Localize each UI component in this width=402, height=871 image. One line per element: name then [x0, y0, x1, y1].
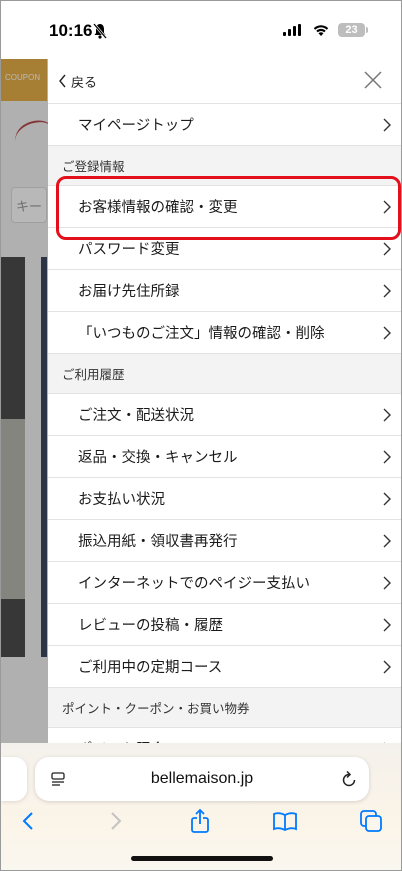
close-x-icon	[364, 71, 382, 89]
menu-item-payment-status[interactable]: お支払い状況	[48, 477, 401, 519]
menu-item-label: マイページトップ	[78, 118, 194, 134]
menu-item-label: 返品・交換・キャンセル	[78, 450, 238, 466]
chevron-right-icon	[383, 408, 391, 422]
section-header-registration: ご登録情報	[48, 145, 401, 185]
menu-item-label: お支払い状況	[78, 492, 165, 508]
menu-item-password[interactable]: パスワード変更	[48, 227, 401, 269]
battery-indicator: 23	[338, 23, 365, 37]
menu-item-label: 振込用紙・領収書再発行	[78, 534, 238, 550]
menu-item-usual-order[interactable]: 「いつものご注文」情報の確認・削除	[48, 311, 401, 353]
chevron-right-icon	[383, 660, 391, 674]
url-text: bellemaison.jp	[150, 770, 254, 787]
tabs-icon[interactable]	[357, 807, 385, 835]
address-bar[interactable]: bellemaison.jp	[35, 757, 369, 801]
menu-item-mypage-top[interactable]: マイページトップ	[48, 103, 401, 145]
menu-item-order-status[interactable]: ご注文・配送状況	[48, 393, 401, 435]
menu-item-reissue[interactable]: 振込用紙・領収書再発行	[48, 519, 401, 561]
menu-item-label: パスワード変更	[78, 242, 180, 258]
bookmarks-icon[interactable]	[271, 807, 299, 835]
menu-item-pay-easy[interactable]: インターネットでのペイジー支払い	[48, 561, 401, 603]
menu-item-subscriptions[interactable]: ご利用中の定期コース	[48, 645, 401, 687]
close-button[interactable]	[362, 69, 384, 91]
menu-item-label: レビューの投稿・履歴	[78, 618, 223, 634]
menu-item-address-book[interactable]: お届け先住所録	[48, 269, 401, 311]
menu-item-label: ご利用中の定期コース	[78, 660, 223, 676]
chevron-right-icon	[383, 200, 391, 214]
chevron-right-icon	[383, 326, 391, 340]
browser-bottom-bar: bellemaison.jp	[1, 743, 401, 870]
mypage-drawer: 戻る マイページトップ ご登録情報 お客様情報の確認・変更 パスワード変更 お届…	[48, 59, 401, 759]
chevron-right-icon	[383, 284, 391, 298]
forward-arrow-icon[interactable]	[101, 807, 129, 835]
chevron-left-icon	[59, 74, 66, 88]
menu-item-reviews[interactable]: レビューの投稿・履歴	[48, 603, 401, 645]
chevron-right-icon	[383, 450, 391, 464]
home-indicator	[131, 856, 273, 861]
drawer-menu-list: マイページトップ ご登録情報 お客様情報の確認・変更 パスワード変更 お届け先住…	[48, 103, 401, 759]
menu-item-label: ご注文・配送状況	[78, 408, 194, 424]
bell-muted-icon	[93, 23, 107, 39]
cellular-signal-icon	[283, 24, 301, 36]
wifi-icon	[313, 25, 329, 36]
status-time: 10:16	[49, 21, 93, 40]
chevron-right-icon	[383, 576, 391, 590]
previous-tab-edge[interactable]	[1, 757, 27, 801]
chevron-right-icon	[383, 118, 391, 132]
menu-item-customer-info[interactable]: お客様情報の確認・変更	[48, 185, 401, 227]
chevron-right-icon	[383, 242, 391, 256]
reload-icon[interactable]	[341, 770, 357, 788]
back-arrow-icon[interactable]	[15, 807, 43, 835]
back-label: 戻る	[71, 75, 98, 91]
chevron-right-icon	[383, 534, 391, 548]
chevron-right-icon	[383, 618, 391, 632]
screen: 10:16 23 COUPON キー 戻る マイページトップ ご登録情報 お客様…	[0, 0, 402, 871]
menu-item-returns[interactable]: 返品・交換・キャンセル	[48, 435, 401, 477]
section-header-points: ポイント・クーポン・お買い物券	[48, 687, 401, 727]
drawer-header: 戻る	[48, 59, 401, 103]
menu-item-label: インターネットでのペイジー支払い	[78, 576, 310, 592]
menu-item-label: お届け先住所録	[78, 284, 180, 300]
chevron-right-icon	[383, 492, 391, 506]
battery-nub	[366, 27, 368, 33]
menu-item-label: 「いつものご注文」情報の確認・削除	[78, 326, 325, 342]
back-button[interactable]: 戻る	[58, 69, 97, 93]
menu-item-label: お客様情報の確認・変更	[78, 200, 238, 216]
section-header-history: ご利用履歴	[48, 353, 401, 393]
status-bar: 10:16 23	[1, 1, 401, 59]
share-icon[interactable]	[186, 807, 214, 835]
